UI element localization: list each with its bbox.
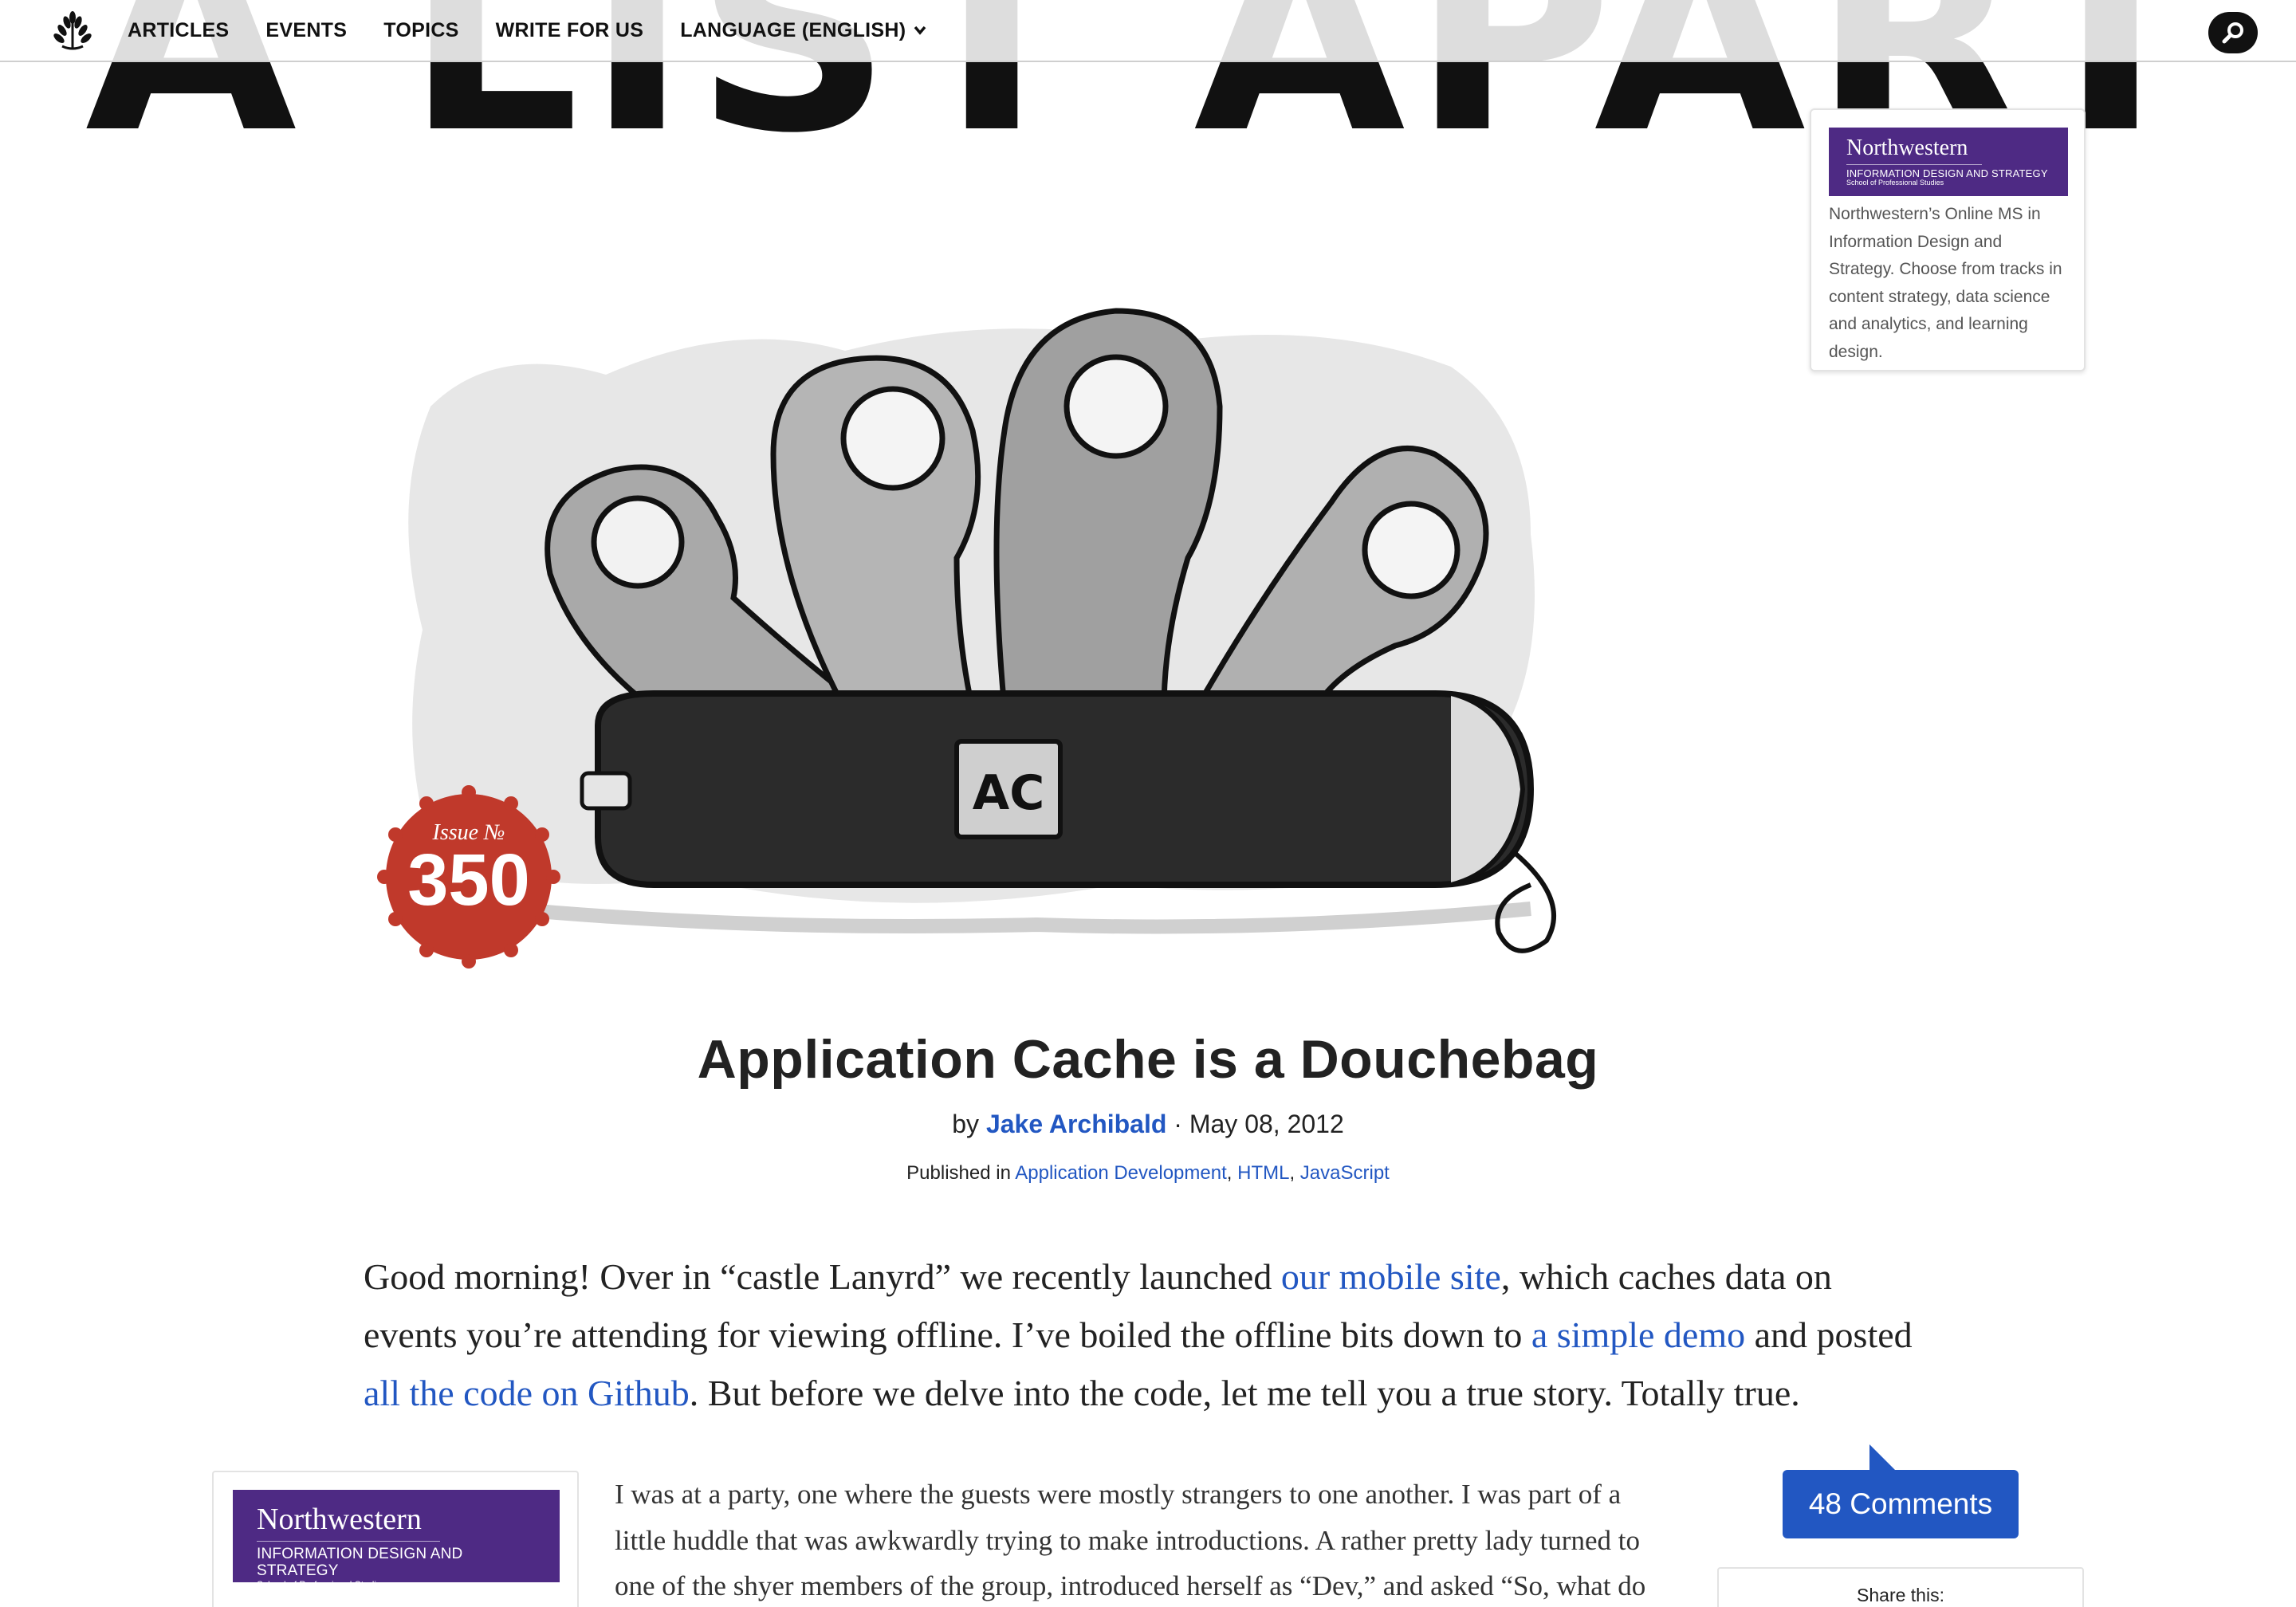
published-prefix: Published in <box>906 1162 1011 1184</box>
northwestern-logo: Northwestern INFORMATION DESIGN AND STRA… <box>1829 128 2068 196</box>
sidebar-ad[interactable]: Northwestern INFORMATION DESIGN AND STRA… <box>212 1471 579 1607</box>
ad-left-school: School of Professional Studies <box>257 1578 387 1590</box>
hero-ac-label: AC <box>973 765 1044 821</box>
ad-program: INFORMATION DESIGN AND STRATEGY <box>1846 167 2048 179</box>
nav-menu: ARTICLES EVENTS TOPICS WRITE FOR US LANG… <box>128 0 963 61</box>
issue-number: 350 <box>407 839 530 921</box>
published-in: Published in Application Development, HT… <box>906 1162 1390 1184</box>
chevron-down-icon <box>914 26 926 35</box>
link-simple-demo[interactable]: a simple demo <box>1531 1314 1745 1355</box>
link-github-code[interactable]: all the code on Github <box>364 1373 690 1413</box>
sponsor-ad[interactable]: Northwestern INFORMATION DESIGN AND STRA… <box>1810 108 2086 371</box>
byline-separator: · <box>1174 1110 1182 1138</box>
search-button[interactable] <box>2208 12 2258 53</box>
ad-left-brand: Northwestern <box>257 1503 422 1536</box>
nav-language-dropdown[interactable]: LANGUAGE (ENGLISH) <box>680 19 926 42</box>
author-link[interactable]: Jake Archibald <box>986 1110 1166 1138</box>
article-body-paragraph: I was at a party, one where the guests w… <box>615 1479 1646 1601</box>
search-icon <box>2222 22 2243 44</box>
category-link-html[interactable]: HTML <box>1237 1162 1289 1184</box>
hero-illustration: AC <box>408 308 1556 953</box>
comments-bubble-tail <box>1869 1444 1897 1471</box>
byline-prefix: by <box>952 1110 980 1138</box>
category-link-javascript[interactable]: JavaScript <box>1300 1162 1390 1184</box>
nav-articles[interactable]: ARTICLES <box>128 19 229 42</box>
share-label: Share this: <box>1857 1585 1944 1605</box>
nav-language-label: LANGUAGE (ENGLISH) <box>680 18 906 41</box>
top-navigation: ARTICLES EVENTS TOPICS WRITE FOR US LANG… <box>0 0 2296 62</box>
northwestern-logo: Northwestern INFORMATION DESIGN AND STRA… <box>233 1490 560 1589</box>
ad-copy: Northwestern’s Online MS in Information … <box>1829 205 2062 361</box>
nav-events[interactable]: EVENTS <box>265 19 347 42</box>
share-box: Share this: <box>1717 1567 2084 1607</box>
ad-brand: Northwestern <box>1846 136 1968 160</box>
nav-topics[interactable]: TOPICS <box>383 19 458 42</box>
comments-button[interactable]: 48 Comments <box>1783 1470 2019 1538</box>
publish-date: May 08, 2012 <box>1189 1110 1344 1138</box>
link-mobile-site[interactable]: our mobile site <box>1281 1256 1501 1297</box>
byline: by Jake Archibald · May 08, 2012 <box>0 1110 2296 1139</box>
ad-left-program: INFORMATION DESIGN AND STRATEGY <box>257 1546 463 1579</box>
article-intro: Good morning! Over in “castle Lanyrd” we… <box>364 1256 1913 1413</box>
category-link-application-development[interactable]: Application Development <box>1015 1162 1227 1184</box>
ad-school: School of Professional Studies <box>1846 179 1944 187</box>
nav-write-for-us[interactable]: WRITE FOR US <box>496 19 644 42</box>
laurel-logo-icon[interactable] <box>51 11 94 51</box>
article-title: Application Cache is a Douchebag <box>697 1029 1599 1090</box>
issue-badge[interactable]: Issue № 350 <box>377 785 560 969</box>
